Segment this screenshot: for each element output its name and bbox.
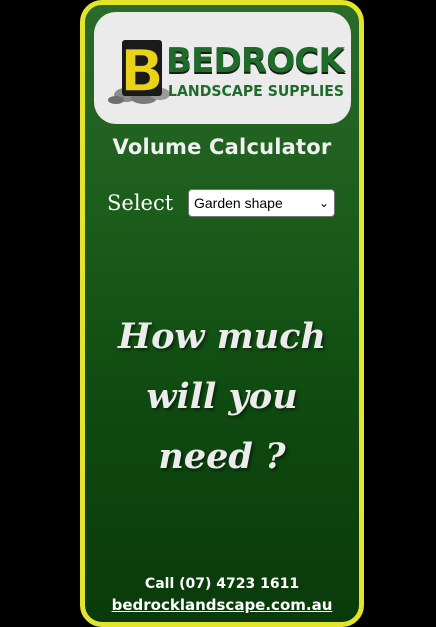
select-label: Select <box>107 191 174 215</box>
bedrock-logo-graphic: B BEDROCK BEDROCK LANDSCAPE SUPPLIES <box>108 36 348 106</box>
headline: How much will you need ? <box>85 307 359 487</box>
headline-line-3: need ? <box>158 436 286 477</box>
headline-line-2: will you <box>146 376 298 417</box>
select-value: Garden shape <box>194 195 283 211</box>
phone-number[interactable]: Call (07) 4723 1611 <box>85 576 359 592</box>
shape-select-row: Select Garden shape ⌄ <box>85 189 359 219</box>
website-link[interactable]: bedrocklandscape.com.au <box>85 596 359 614</box>
svg-text:B: B <box>120 37 164 105</box>
chevron-down-icon: ⌄ <box>318 196 329 210</box>
svg-text:LANDSCAPE SUPPLIES: LANDSCAPE SUPPLIES <box>168 82 344 100</box>
garden-shape-select[interactable]: Garden shape ⌄ <box>188 189 335 217</box>
page-title: Volume Calculator <box>112 135 332 159</box>
svg-text:BEDROCK: BEDROCK <box>166 41 347 81</box>
brand-logo[interactable]: B BEDROCK BEDROCK LANDSCAPE SUPPLIES <box>94 12 351 124</box>
headline-line-1: How much <box>118 316 326 357</box>
calculator-panel: B BEDROCK BEDROCK LANDSCAPE SUPPLIES Vol… <box>80 0 364 627</box>
